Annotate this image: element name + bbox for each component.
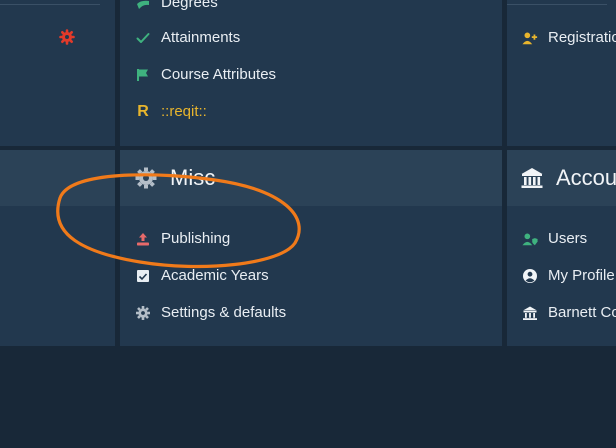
menu-item-settings-defaults[interactable]: Settings & defaults [135,304,286,321]
menu-item-users[interactable]: Users [522,230,587,247]
menu-item-label: Publishing [161,230,231,247]
calendar-check-icon [135,268,151,284]
menu-item-label: Attainments [161,29,241,46]
bank-icon [520,166,544,190]
menu-item-label: Academic Years [161,267,269,284]
divider [0,4,100,5]
catalog-panel: Degrees Attainments Course Attributes R … [120,0,502,146]
accounts-panel-header: Accou [507,150,616,206]
menu-item-label: Registratio [548,29,616,46]
divider [507,4,607,5]
left-panel-header [0,150,115,206]
menu-item-label: Degrees [161,0,218,11]
menu-item-institution[interactable]: Barnett Co [522,304,616,321]
flag-icon [135,67,151,83]
left-top-panel [0,0,115,146]
menu-item-label: Course Attributes [161,66,277,83]
menu-item-degrees[interactable]: Degrees [135,0,218,11]
misc-panel: Misc Publishing Academic Years Settings … [120,150,502,346]
gear-icon [134,166,158,190]
check-icon [135,30,151,46]
gear-icon [135,305,151,321]
r-letter-icon: R [137,102,149,120]
user-circle-icon [522,268,538,284]
menu-item-attainments[interactable]: Attainments [135,29,240,46]
gear-icon[interactable] [59,29,75,45]
menu-item-academic-years[interactable]: Academic Years [135,267,269,284]
panel-title-text: Misc [170,165,216,190]
upload-icon [135,231,151,247]
menu-item-reqit[interactable]: R ::reqit:: [135,102,207,121]
menu-item-label: Settings & defaults [161,304,287,321]
menu-item-registration[interactable]: Registratio [522,29,616,46]
menu-item-label: ::reqit:: [161,103,207,120]
registration-panel: Registratio [507,0,616,146]
misc-panel-title: Misc [134,165,215,191]
left-bottom-panel [0,150,115,346]
menu-item-publishing[interactable]: Publishing [135,230,230,247]
panel-title-text: Accou [556,165,616,190]
misc-panel-header: Misc [120,150,502,206]
menu-item-label: My Profile [548,267,615,284]
menu-item-course-attributes[interactable]: Course Attributes [135,66,276,83]
menu-item-label: Barnett Co [548,304,616,321]
menu-item-my-profile[interactable]: My Profile [522,267,615,284]
accounts-panel: Accou Users My Profile Barnett Co [507,150,616,346]
user-shield-icon [522,231,538,247]
user-plus-icon [522,30,538,46]
bank-icon [522,305,538,321]
graduation-cap-icon [135,0,151,11]
accounts-panel-title: Accou [520,165,616,191]
menu-item-label: Users [548,230,588,247]
